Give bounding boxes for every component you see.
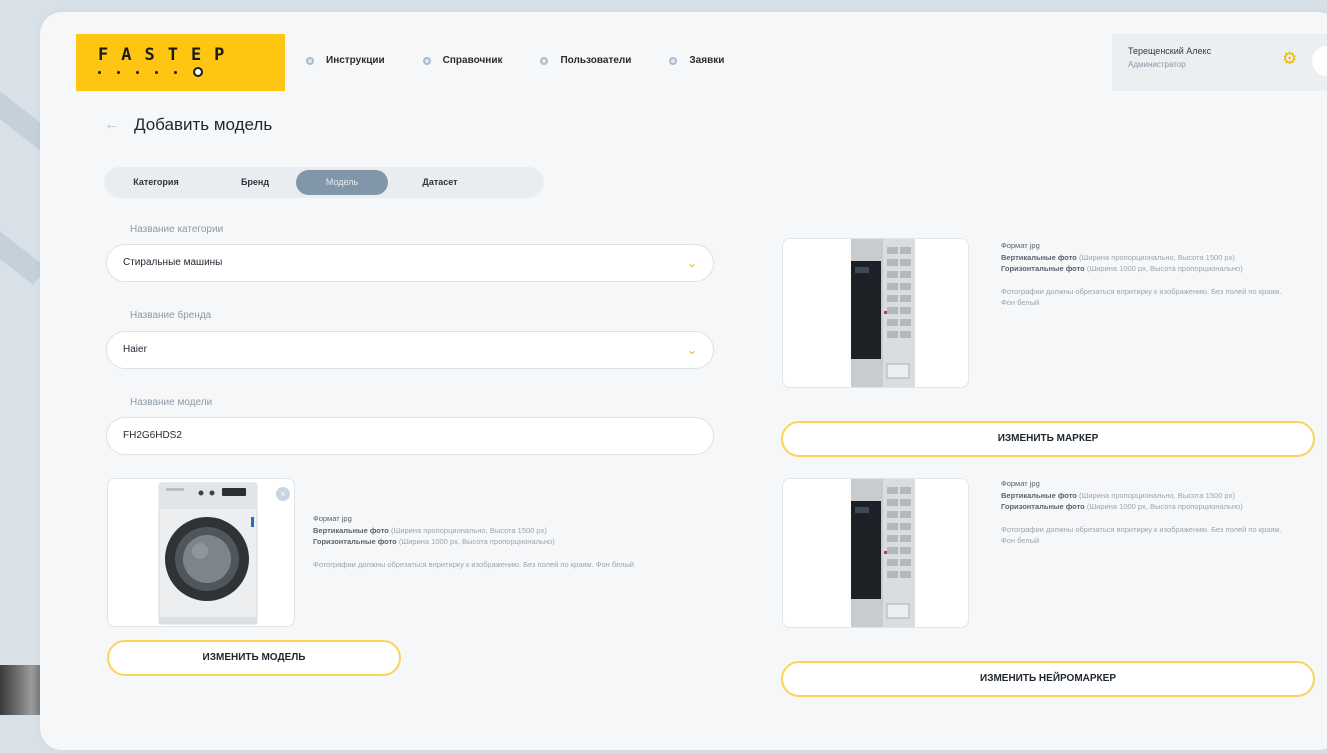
category-select[interactable]: Стиральные машины ⌄: [106, 244, 714, 282]
neuromarker-photo[interactable]: [782, 478, 969, 628]
horizontal-rule: Горизонтальные фото (Ширина 1000 px, Выс…: [1001, 264, 1243, 273]
category-value: Стиральные машины: [123, 257, 223, 268]
brand-value: Haier: [123, 344, 147, 355]
format-text: Формат jpg: [1001, 241, 1040, 250]
nav-dot-icon: [669, 56, 678, 65]
format-text: Формат jpg: [1001, 479, 1040, 488]
nav-dot-icon: [422, 56, 431, 65]
format-text: Формат jpg: [313, 514, 352, 523]
vertical-rule: Вертикальные фото (Ширина пропорциональн…: [313, 526, 547, 535]
tabs: Категория Бренд Модель Датасет: [104, 167, 544, 198]
microwave-panel-image: [851, 479, 915, 627]
microwave-panel-image: [851, 239, 915, 387]
tab-model[interactable]: Модель: [296, 170, 388, 195]
model-label: Название модели: [130, 397, 213, 408]
page-title-row: ← Добавить модель: [104, 115, 272, 135]
nav-item-label: Пользователи: [560, 55, 632, 66]
nav-item-requests[interactable]: Заявки: [669, 55, 724, 66]
nav-dot-icon: [540, 56, 549, 65]
user-profile[interactable]: Терещенский Алекс Администратор ⚙: [1112, 34, 1327, 91]
brand-select[interactable]: Haier ⌄: [106, 331, 714, 369]
vertical-rule: Вертикальные фото (Ширина пропорциональн…: [1001, 253, 1235, 262]
nav-dot-icon: [306, 56, 314, 65]
photo-note: Фотографии должны обрезаться впритирку к…: [1001, 287, 1282, 307]
vertical-rule: Вертикальные фото (Ширина пропорциональн…: [1001, 491, 1235, 500]
main-nav: Инструкции Справочник Пользователи Заявк…: [306, 55, 762, 66]
brand-label: Название бренда: [130, 310, 212, 321]
main-card: FASTEP Инструкции Справочник Пользовател…: [40, 12, 1327, 750]
tab-category[interactable]: Категория: [112, 170, 200, 195]
chevron-down-icon: ⌄: [686, 256, 697, 270]
tab-brand[interactable]: Бренд: [214, 170, 296, 195]
logo-text: FASTEP: [98, 45, 238, 65]
photo-note: Фотографии должны обрезаться впритирку к…: [1001, 525, 1282, 545]
close-icon[interactable]: ×: [276, 487, 290, 501]
nav-item-users[interactable]: Пользователи: [540, 55, 631, 66]
nav-item-directory[interactable]: Справочник: [422, 55, 503, 66]
model-photo[interactable]: ×: [107, 478, 295, 627]
nav-item-label: Заявки: [689, 55, 725, 66]
page-title: Добавить модель: [134, 115, 273, 134]
marker-photo[interactable]: [782, 238, 969, 388]
gear-icon[interactable]: ⚙: [1282, 50, 1300, 68]
tab-dataset[interactable]: Датасет: [396, 170, 484, 195]
nav-item-label: Инструкции: [326, 55, 385, 66]
nav-item-instructions[interactable]: Инструкции: [306, 55, 385, 66]
change-neuromarker-button[interactable]: ИЗМЕНИТЬ НЕЙРОМАРКЕР: [781, 661, 1315, 697]
horizontal-rule: Горизонтальные фото (Ширина 1000 px, Выс…: [313, 537, 555, 546]
washing-machine-image: [158, 482, 258, 625]
model-input[interactable]: FH2G6HDS2: [106, 417, 714, 455]
model-value: FH2G6HDS2: [123, 430, 182, 441]
photo-note: Фотографии должны обрезаться впритирку к…: [313, 560, 634, 569]
chevron-down-icon: ⌄: [686, 343, 697, 357]
logo[interactable]: FASTEP: [76, 34, 285, 91]
logo-dots: [98, 67, 285, 77]
marker-photo-info: Формат jpg Вертикальные фото (Ширина про…: [1001, 240, 1285, 308]
model-photo-info: Формат jpg Вертикальные фото (Ширина про…: [313, 513, 713, 570]
change-marker-button[interactable]: ИЗМЕНИТЬ МАРКЕР: [781, 421, 1315, 457]
category-label: Название категории: [130, 224, 224, 235]
arrow-left-icon[interactable]: ←: [104, 116, 120, 134]
change-model-button[interactable]: ИЗМЕНИТЬ МОДЕЛЬ: [107, 640, 401, 676]
horizontal-rule: Горизонтальные фото (Ширина 1000 px, Выс…: [1001, 502, 1243, 511]
nav-item-label: Справочник: [442, 55, 503, 66]
neuromarker-photo-info: Формат jpg Вертикальные фото (Ширина про…: [1001, 478, 1285, 546]
header: FASTEP Инструкции Справочник Пользовател…: [40, 12, 1327, 91]
